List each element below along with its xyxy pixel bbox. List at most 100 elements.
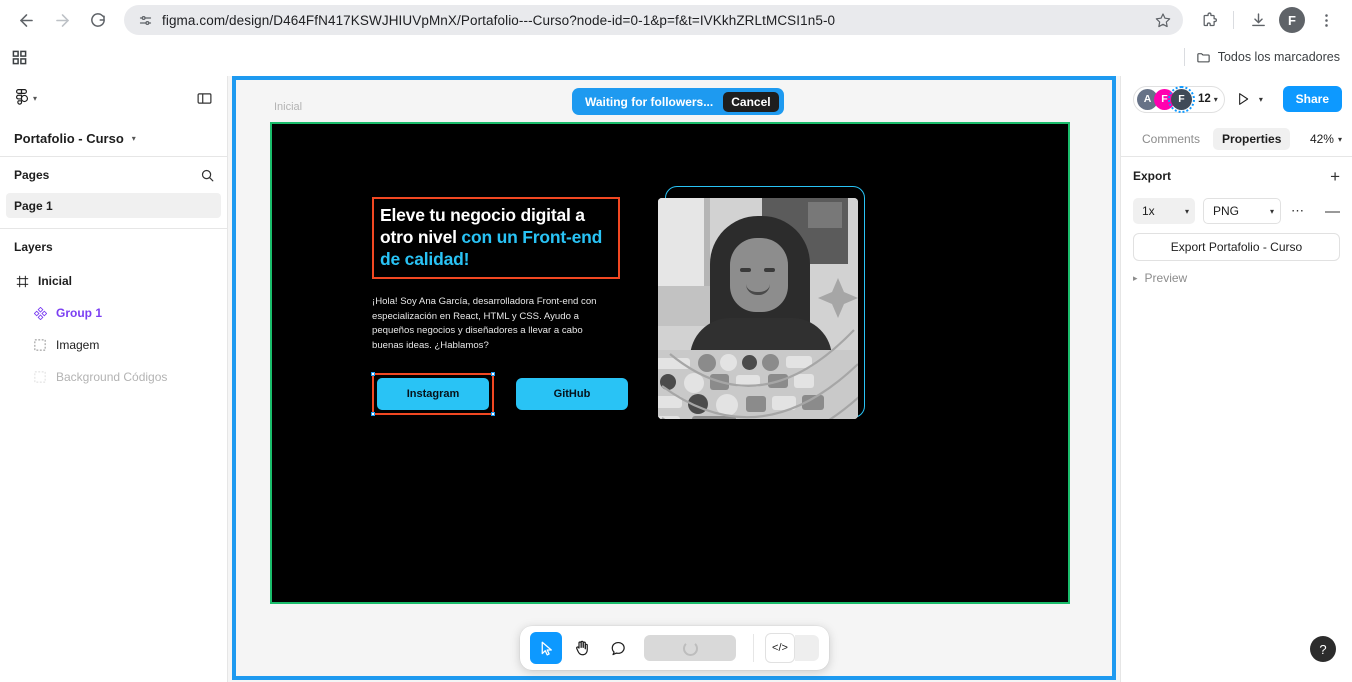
share-button[interactable]: Share (1282, 86, 1342, 112)
loading-placeholder (644, 635, 736, 661)
bookmarks-bar: Todos los marcadores (0, 40, 1352, 74)
avatar-3[interactable]: F (1168, 85, 1195, 113)
chevron-down-icon[interactable]: ▾ (1214, 95, 1218, 104)
toggle-panel-icon[interactable] (196, 90, 213, 107)
chevron-down-icon: ▾ (1269, 206, 1274, 216)
present-chevron-down-icon[interactable]: ▾ (1259, 95, 1263, 104)
downloads-icon[interactable] (1242, 4, 1274, 36)
selection-handle-br[interactable] (491, 412, 495, 416)
export-button[interactable]: Export Portafolio - Curso (1133, 233, 1340, 261)
plus-icon[interactable]: + (1330, 168, 1340, 185)
sticker-8 (684, 373, 704, 393)
preview-label: Preview (1144, 271, 1188, 285)
apps-grid-icon[interactable] (12, 50, 27, 65)
sticker-19 (658, 416, 680, 419)
url-text: figma.com/design/D464FfN417KSWJHIUVpMnX/… (162, 12, 836, 28)
left-sidebar: ▾ Portafolio - Curso ▾ Pages Page 1 Laye… (0, 76, 228, 682)
extensions-puzzle-icon[interactable] (1193, 4, 1225, 36)
woman-at-laptop-photo[interactable] (658, 198, 858, 419)
sticker-9 (710, 374, 729, 390)
hero-section: Eleve tu negocio digital a otro nivel co… (371, 186, 972, 432)
tab-comments[interactable]: Comments (1133, 128, 1209, 150)
photo-wall-lower (658, 286, 710, 326)
help-button[interactable]: ? (1310, 636, 1336, 662)
minus-icon[interactable]: — (1325, 203, 1340, 220)
move-tool[interactable] (530, 632, 562, 664)
right-sidebar: A F F 12 ▾ ▾ Share Comments Properties 4… (1120, 76, 1352, 682)
layer-item-inicial[interactable]: Inicial (0, 265, 227, 297)
code-brackets-icon[interactable]: </> (765, 633, 795, 663)
forward-button[interactable] (46, 4, 78, 36)
image-placeholder-icon (32, 337, 48, 353)
three-dot-menu-icon[interactable] (1310, 4, 1342, 36)
export-format-select[interactable]: PNG ▾ (1203, 198, 1281, 224)
selection-handle-bl[interactable] (371, 412, 375, 416)
file-name: Portafolio - Curso (14, 130, 124, 146)
chevron-down-icon: ▾ (1184, 206, 1189, 216)
photo-laptop (658, 350, 858, 419)
all-bookmarks-button[interactable]: Todos los marcadores (1183, 48, 1340, 66)
sticker-13 (658, 396, 682, 408)
chrome-profile-avatar[interactable]: F (1279, 7, 1305, 33)
chevron-down-icon[interactable]: ▾ (132, 134, 136, 143)
bookmarks-divider (1183, 48, 1185, 66)
all-bookmarks-label: Todos los marcadores (1217, 50, 1340, 64)
layer-item-imagem[interactable]: Imagem (0, 329, 227, 361)
sticker-20 (692, 416, 736, 419)
frame-icon (14, 273, 30, 289)
right-sidebar-tabs: Comments Properties 42% ▾ (1121, 122, 1352, 156)
page-item-page-1[interactable]: Page 1 (6, 193, 221, 218)
frame-name-label[interactable]: Inicial (274, 101, 302, 113)
photo-window-pane (808, 202, 842, 228)
hand-tool[interactable] (566, 632, 598, 664)
export-format-value: PNG (1213, 204, 1240, 218)
layer-label: Inicial (38, 274, 73, 288)
toolbar-divider (1233, 11, 1234, 29)
selection-handle-tr[interactable] (491, 372, 495, 376)
chevron-down-icon: ▾ (1337, 134, 1342, 144)
export-scale-select[interactable]: 1x ▾ (1133, 198, 1195, 224)
bottom-toolbar: </> (520, 626, 829, 670)
preview-section-toggle[interactable]: ▸ Preview (1121, 261, 1352, 285)
selection-handle-tl[interactable] (371, 372, 375, 376)
sticker-17 (772, 396, 796, 410)
ellipsis-icon[interactable]: ⋯ (1291, 203, 1306, 219)
image-selection-frame[interactable] (658, 186, 865, 419)
comment-tool[interactable] (602, 632, 634, 664)
file-name-row[interactable]: Portafolio - Curso ▾ (0, 120, 227, 156)
right-sidebar-header: A F F 12 ▾ ▾ Share (1121, 76, 1352, 122)
zoom-control[interactable]: 42% ▾ (1310, 132, 1342, 146)
tab-properties[interactable]: Properties (1213, 128, 1291, 150)
sticker-11 (768, 374, 788, 388)
bookmark-star-icon[interactable] (1147, 12, 1171, 28)
pages-section-header: Pages (0, 157, 227, 193)
present-button[interactable] (1235, 91, 1251, 107)
sticker-2 (698, 354, 716, 372)
photo-eye-right (764, 268, 775, 272)
search-icon[interactable] (200, 168, 215, 183)
headline-selection-box[interactable]: Eleve tu negocio digital a otro nivel co… (372, 197, 620, 279)
design-canvas[interactable]: Inicial Eleve tu negocio digital a otro … (228, 76, 1120, 682)
sticker-12 (794, 374, 814, 388)
layer-item-background-codigos[interactable]: Background Códigos (0, 361, 227, 393)
sticker-3 (720, 354, 737, 371)
pages-label: Pages (14, 168, 50, 182)
site-settings-icon[interactable] (134, 9, 156, 31)
figma-main-menu-button[interactable]: ▾ (14, 88, 37, 109)
layer-item-group-1[interactable]: Group 1 (0, 297, 227, 329)
sticker-7 (660, 374, 676, 390)
toolbar-trailing-slot[interactable] (795, 635, 819, 661)
reload-button[interactable] (82, 4, 114, 36)
instagram-button[interactable]: Instagram (377, 378, 489, 410)
browser-chrome: figma.com/design/D464FfN417KSWJHIUVpMnX/… (0, 0, 1352, 76)
back-button[interactable] (10, 4, 42, 36)
instagram-button-selection[interactable]: Instagram (371, 372, 495, 416)
address-bar[interactable]: figma.com/design/D464FfN417KSWJHIUVpMnX/… (124, 5, 1183, 35)
collaborator-avatars[interactable]: A F F 12 ▾ (1133, 85, 1225, 113)
layer-label: Group 1 (56, 306, 103, 320)
sticker-1 (658, 358, 690, 369)
github-button[interactable]: GitHub (516, 378, 628, 410)
layer-label: Imagem (56, 338, 100, 352)
cancel-button[interactable]: Cancel (723, 91, 779, 112)
artboard-inicial[interactable]: Eleve tu negocio digital a otro nivel co… (270, 122, 1070, 604)
